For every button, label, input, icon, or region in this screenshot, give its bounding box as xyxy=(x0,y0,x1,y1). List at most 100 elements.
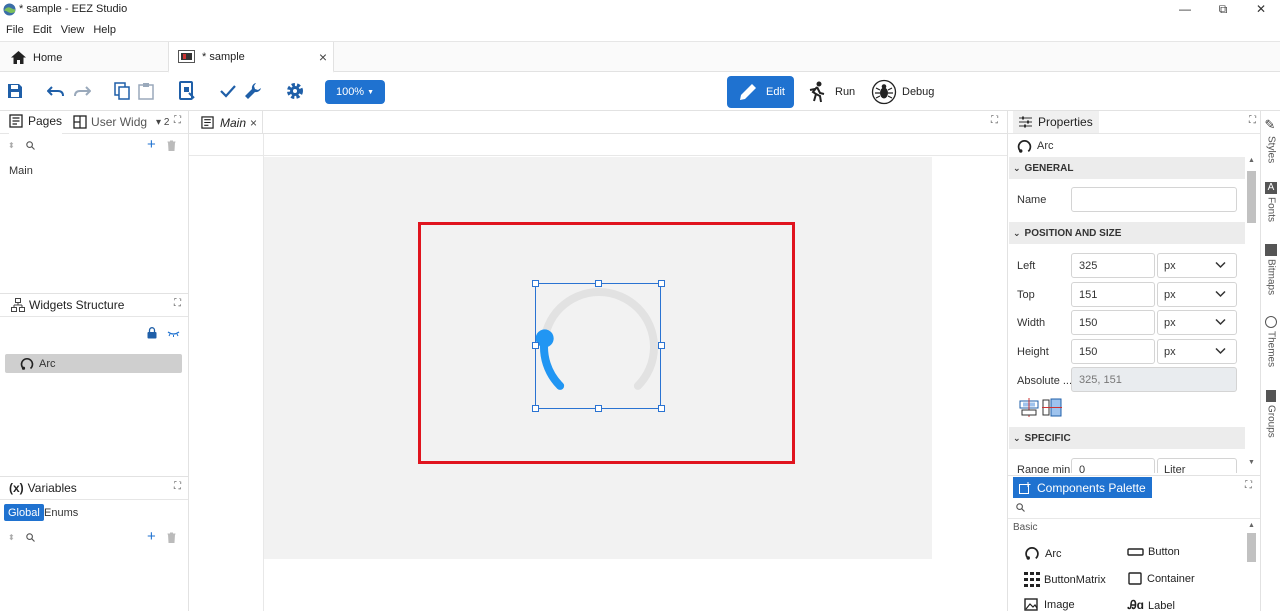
component-container[interactable]: Container xyxy=(1128,572,1195,585)
debug-mode-label: Debug xyxy=(902,86,935,98)
delete-icon[interactable] xyxy=(167,532,176,543)
palette-search[interactable] xyxy=(1008,499,1260,519)
paste-button[interactable] xyxy=(135,80,157,102)
settings-button[interactable] xyxy=(284,80,306,102)
tab-main[interactable]: Main × xyxy=(189,111,263,134)
run-mode-button[interactable]: Run xyxy=(805,76,865,108)
side-tab-styles[interactable]: ✎ Styles xyxy=(1262,118,1280,172)
delete-icon[interactable] xyxy=(167,140,176,151)
menu-view[interactable]: View xyxy=(61,20,85,40)
tree-icon xyxy=(11,298,25,312)
align-vertical-icon[interactable] xyxy=(1042,398,1062,417)
tab-global[interactable]: Global xyxy=(4,504,44,521)
component-image[interactable]: Image xyxy=(1024,598,1075,611)
arc-widget[interactable] xyxy=(535,283,661,409)
wrench-icon xyxy=(245,83,261,99)
visibility-icon[interactable] xyxy=(167,330,180,337)
add-variable-button[interactable]: + xyxy=(147,528,156,545)
more-tabs-dropdown[interactable]: ▾ 2 xyxy=(156,117,169,128)
width-input[interactable]: 150 xyxy=(1071,310,1155,335)
palette-scrollbar[interactable]: ▲ xyxy=(1245,520,1258,611)
range-min-input[interactable]: 0 xyxy=(1071,458,1155,473)
section-position-size[interactable]: ⌄ POSITION AND SIZE xyxy=(1009,222,1245,244)
build-button[interactable] xyxy=(242,80,264,102)
arc-icon xyxy=(1017,139,1032,153)
component-arc[interactable]: Arc xyxy=(1024,546,1062,561)
menu-file[interactable]: File xyxy=(6,20,24,40)
resize-handle[interactable] xyxy=(595,405,602,412)
range-min-unit[interactable]: Liter xyxy=(1157,458,1237,473)
resize-handle[interactable] xyxy=(595,280,602,287)
expand-icon[interactable] xyxy=(174,481,184,494)
minimize-button[interactable]: — xyxy=(1168,0,1202,20)
expand-icon[interactable] xyxy=(991,115,1001,128)
check-button[interactable] xyxy=(217,80,239,102)
left-column-divider xyxy=(188,111,189,611)
resize-handle[interactable] xyxy=(658,280,665,287)
page-item-main[interactable]: Main xyxy=(9,165,33,177)
tab-components-palette[interactable]: Components Palette xyxy=(1013,477,1152,498)
side-tab-fonts[interactable]: A Fonts xyxy=(1262,182,1280,234)
section-general[interactable]: ⌄ GENERAL xyxy=(1009,157,1245,179)
expand-icon[interactable] xyxy=(174,298,184,311)
side-tab-themes-label: Themes xyxy=(1265,331,1277,368)
side-tab-bitmaps[interactable]: Bitmaps xyxy=(1262,244,1280,306)
side-tab-groups[interactable]: Groups xyxy=(1262,390,1280,450)
resize-handle[interactable] xyxy=(532,342,539,349)
tab-home[interactable]: Home xyxy=(0,42,168,73)
scrollbar-thumb[interactable] xyxy=(1247,533,1256,562)
left-unit-select[interactable]: px xyxy=(1157,253,1237,278)
edit-mode-button[interactable]: Edit xyxy=(727,76,794,108)
lock-icon[interactable] xyxy=(147,327,157,339)
expand-icon[interactable] xyxy=(1249,115,1259,128)
resize-handle[interactable] xyxy=(532,405,539,412)
search-icon xyxy=(25,532,35,542)
scroll-up-icon[interactable]: ▲ xyxy=(1248,157,1255,164)
sort-icon[interactable]: ⬍ xyxy=(8,141,15,150)
save-button[interactable] xyxy=(4,80,26,102)
expand-icon[interactable] xyxy=(1245,480,1255,493)
copy-button[interactable] xyxy=(111,80,133,102)
section-specific[interactable]: ⌄ SPECIFIC xyxy=(1009,427,1245,449)
top-unit-select[interactable]: px xyxy=(1157,282,1237,307)
width-unit-select[interactable]: px xyxy=(1157,310,1237,335)
tree-item-arc[interactable]: Arc xyxy=(5,354,182,373)
debug-mode-button[interactable]: Debug xyxy=(871,76,941,108)
name-input[interactable] xyxy=(1071,187,1237,212)
redo-button[interactable] xyxy=(71,80,93,102)
tab-sample[interactable]: * sample × xyxy=(168,42,334,73)
undo-button[interactable] xyxy=(45,80,67,102)
close-window-button[interactable]: ✕ xyxy=(1244,0,1278,20)
expand-icon[interactable] xyxy=(174,115,184,128)
restore-button[interactable]: ⧉ xyxy=(1206,0,1240,20)
left-input[interactable]: 325 xyxy=(1071,253,1155,278)
scroll-down-icon[interactable]: ▼ xyxy=(1248,459,1255,466)
zoom-dropdown[interactable]: 100% ▼ xyxy=(325,80,385,104)
sort-icon[interactable]: ⬍ xyxy=(8,533,15,542)
tab-close-button[interactable]: × xyxy=(319,49,327,65)
tab-user-widgets[interactable]: User Widg xyxy=(73,115,147,129)
menu-help[interactable]: Help xyxy=(93,20,116,40)
scroll-up-icon[interactable]: ▲ xyxy=(1248,522,1255,529)
properties-scrollbar[interactable]: ▲ ▼ xyxy=(1245,157,1258,473)
tab-properties[interactable]: Properties xyxy=(1013,111,1099,133)
height-unit-select[interactable]: px xyxy=(1157,339,1237,364)
widgets-button[interactable] xyxy=(176,80,198,102)
component-button[interactable]: Button xyxy=(1127,546,1180,558)
resize-handle[interactable] xyxy=(658,405,665,412)
top-input[interactable]: 151 xyxy=(1071,282,1155,307)
resize-handle[interactable] xyxy=(658,342,665,349)
design-canvas[interactable] xyxy=(264,157,932,559)
scrollbar-thumb[interactable] xyxy=(1247,171,1256,223)
add-page-button[interactable]: + xyxy=(147,136,156,153)
height-input[interactable]: 150 xyxy=(1071,339,1155,364)
tab-enums[interactable]: Enums xyxy=(44,507,78,519)
tab-pages[interactable]: Pages xyxy=(9,111,63,134)
side-tab-themes[interactable]: Themes xyxy=(1262,316,1280,378)
resize-handle[interactable] xyxy=(532,280,539,287)
tab-main-close[interactable]: × xyxy=(250,116,257,130)
align-horizontal-icon[interactable] xyxy=(1019,398,1039,417)
menu-edit[interactable]: Edit xyxy=(33,20,52,40)
component-buttonmatrix[interactable]: ButtonMatrix xyxy=(1024,572,1106,587)
arc-icon xyxy=(20,357,34,370)
